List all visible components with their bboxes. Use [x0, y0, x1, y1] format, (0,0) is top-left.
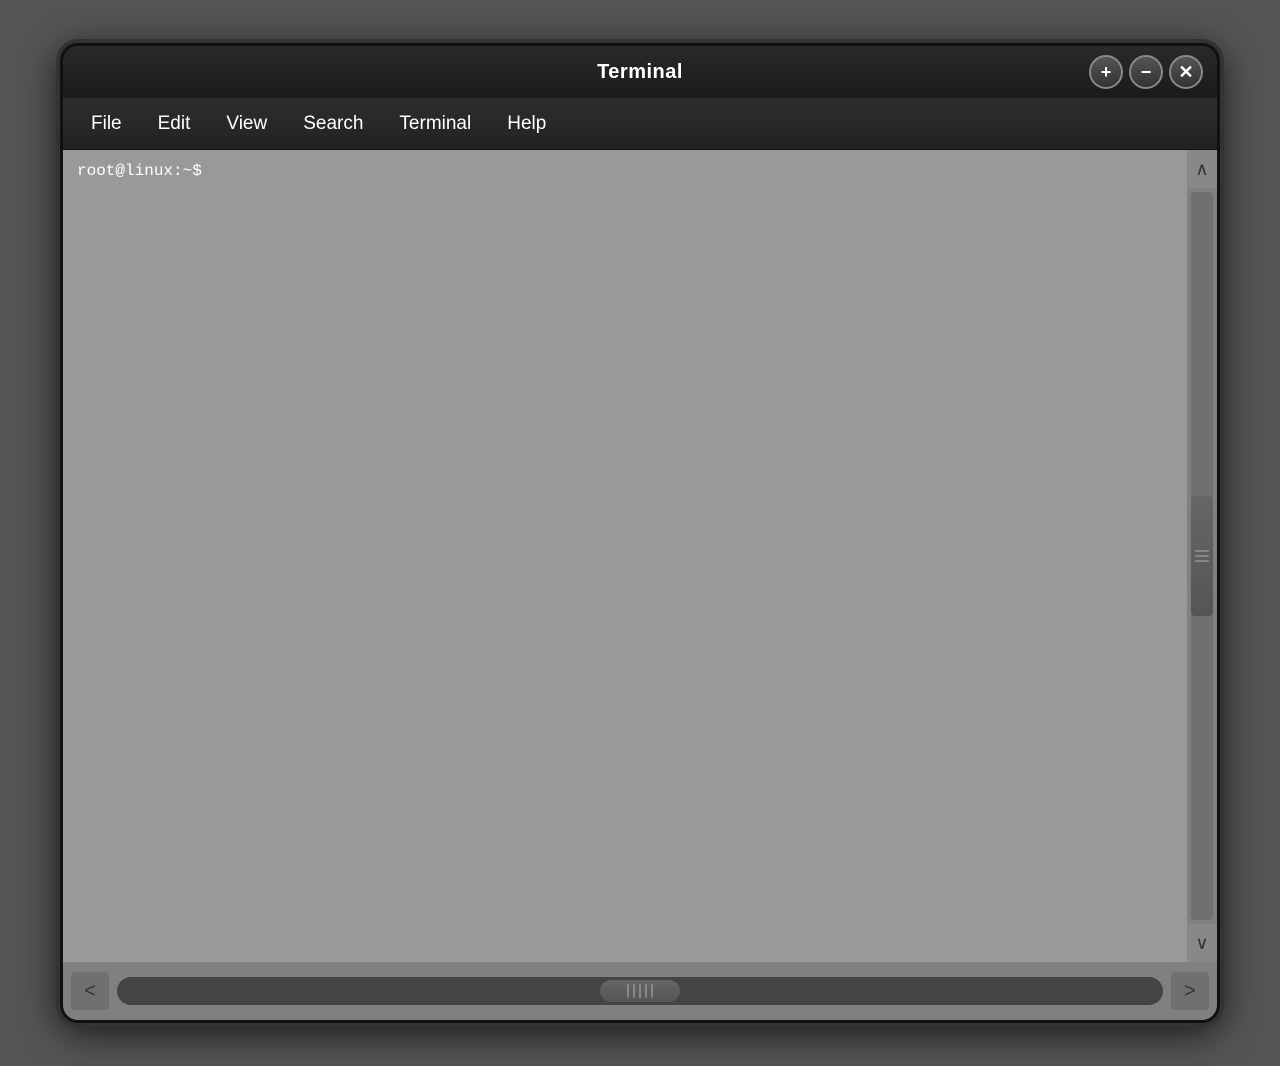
menu-terminal[interactable]: Terminal	[381, 107, 489, 141]
scroll-up-arrow-icon: ∧	[1195, 159, 1208, 180]
window-title: Terminal	[597, 61, 683, 84]
terminal-prompt: root@linux:~$	[77, 162, 202, 180]
menu-help[interactable]: Help	[489, 107, 564, 141]
add-tab-button[interactable]: +	[1089, 55, 1123, 89]
scroll-thumb-vertical[interactable]	[1191, 496, 1213, 616]
scroll-right-button[interactable]: >	[1171, 972, 1209, 1010]
menu-edit[interactable]: Edit	[140, 107, 209, 141]
h-grip-line-4	[645, 984, 647, 998]
scroll-left-arrow-icon: <	[84, 980, 96, 1003]
content-area: root@linux:~$ ∧ ∨	[63, 150, 1217, 962]
grip-line-1	[1195, 550, 1209, 552]
window-controls: + − ✕	[1089, 55, 1203, 89]
scroll-up-button[interactable]: ∧	[1187, 150, 1217, 188]
minimize-button[interactable]: −	[1129, 55, 1163, 89]
menu-view[interactable]: View	[208, 107, 285, 141]
scroll-thumb-horizontal[interactable]	[600, 980, 680, 1002]
terminal-body[interactable]: root@linux:~$	[63, 150, 1187, 962]
title-bar: Terminal + − ✕	[63, 46, 1217, 98]
grip-line-2	[1195, 555, 1209, 557]
h-grip-line-5	[651, 984, 653, 998]
scroll-down-button[interactable]: ∨	[1187, 924, 1217, 962]
terminal-window: Terminal + − ✕ File Edit View Search Ter…	[60, 43, 1220, 1023]
scroll-right-arrow-icon: >	[1184, 980, 1196, 1003]
h-grip-line-1	[627, 984, 629, 998]
scroll-left-button[interactable]: <	[71, 972, 109, 1010]
close-button[interactable]: ✕	[1169, 55, 1203, 89]
menu-bar: File Edit View Search Terminal Help	[63, 98, 1217, 150]
scroll-down-arrow-icon: ∨	[1195, 933, 1208, 954]
menu-file[interactable]: File	[73, 107, 140, 141]
vertical-scrollbar: ∧ ∨	[1187, 150, 1217, 962]
h-grip-line-2	[633, 984, 635, 998]
h-grip-line-3	[639, 984, 641, 998]
grip-line-3	[1195, 560, 1209, 562]
scroll-track-horizontal[interactable]	[117, 977, 1163, 1005]
scroll-track-vertical[interactable]	[1191, 192, 1213, 920]
horizontal-scrollbar-area: < >	[63, 962, 1217, 1020]
menu-search[interactable]: Search	[285, 107, 381, 141]
